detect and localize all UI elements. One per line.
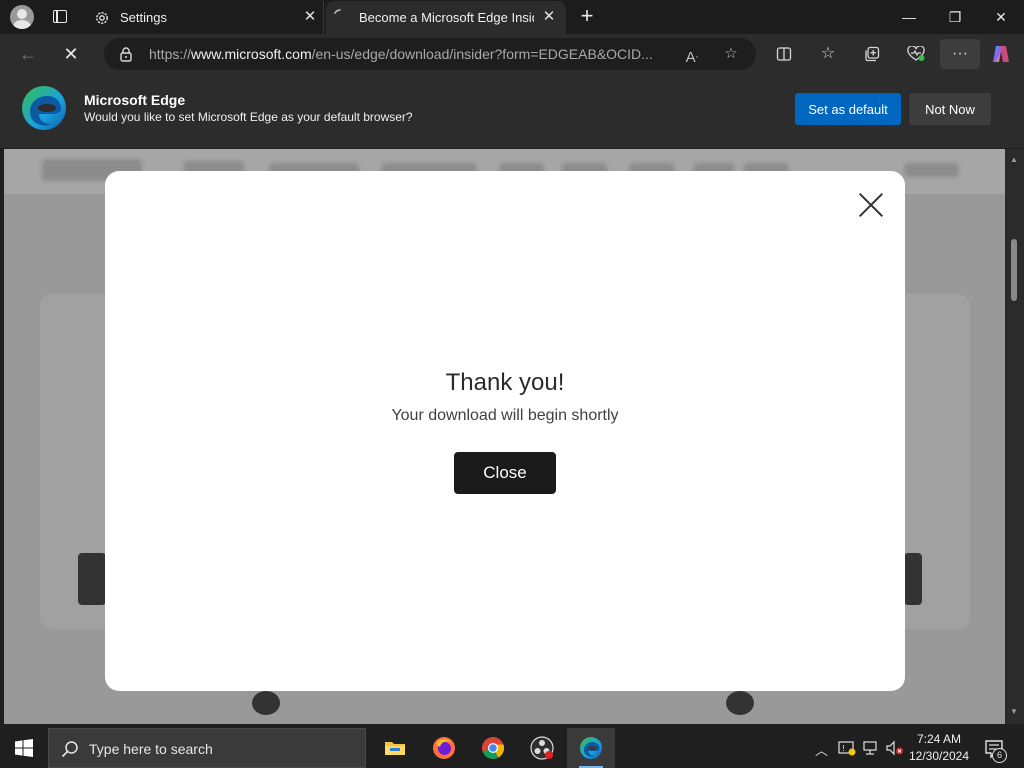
minimize-button[interactable]: — bbox=[886, 0, 932, 34]
tab-bar: Settings ✕ Become a Microsoft Edge Insid… bbox=[0, 0, 1024, 34]
page-scrollbar[interactable]: ▲ ▼ bbox=[1005, 149, 1024, 724]
collections-icon[interactable] bbox=[857, 39, 887, 69]
navigation-bar: ← ✕ https://www.microsoft.com/en-us/edge… bbox=[0, 34, 1024, 74]
tab-title: Become a Microsoft Edge Insider bbox=[359, 10, 534, 25]
network-icon[interactable] bbox=[862, 740, 880, 759]
set-as-default-button[interactable]: Set as default bbox=[795, 93, 901, 125]
firefox-taskbar-icon[interactable] bbox=[420, 728, 468, 768]
settings-more-button[interactable]: ··· bbox=[940, 39, 980, 69]
button-dimmed bbox=[904, 553, 922, 605]
start-button[interactable] bbox=[0, 728, 48, 768]
dialog-subtitle: Your download will begin shortly bbox=[391, 407, 619, 424]
scroll-down-icon[interactable]: ▼ bbox=[1009, 707, 1019, 716]
tab-edge-insider[interactable]: Become a Microsoft Edge Insider ✕ bbox=[326, 1, 566, 34]
show-hidden-icons-chevron-up-icon[interactable]: ︿ bbox=[815, 740, 828, 759]
notification-count-badge: 6 bbox=[992, 748, 1007, 763]
windows-logo-icon bbox=[15, 739, 33, 757]
infobar-title: Microsoft Edge bbox=[84, 92, 186, 108]
icon-dimmed bbox=[726, 691, 754, 715]
split-screen-icon[interactable] bbox=[769, 39, 799, 69]
sign-in-dimmed bbox=[904, 163, 959, 177]
security-icon[interactable]: ! bbox=[838, 740, 856, 759]
search-placeholder: Type here to search bbox=[89, 741, 213, 757]
clock-date: 12/30/2024 bbox=[908, 749, 970, 763]
back-arrow-icon[interactable]: ← bbox=[13, 39, 43, 69]
edge-taskbar-icon[interactable] bbox=[567, 728, 615, 768]
close-tab-icon[interactable]: ✕ bbox=[540, 8, 558, 26]
tab-settings[interactable]: Settings ✕ bbox=[84, 1, 324, 34]
download-thank-you-dialog: Thank you! Your download will begin shor… bbox=[105, 171, 905, 691]
url-host: www.microsoft.com bbox=[191, 46, 312, 62]
close-window-button[interactable]: ✕ bbox=[978, 0, 1024, 34]
browser-essentials-icon[interactable] bbox=[901, 39, 931, 69]
gear-icon bbox=[96, 12, 108, 24]
new-tab-button[interactable]: + bbox=[575, 5, 599, 29]
dialog-title: Thank you! bbox=[445, 369, 565, 396]
default-browser-infobar: Microsoft Edge Would you like to set Mic… bbox=[0, 74, 1024, 148]
edge-logo-icon bbox=[22, 86, 66, 130]
favorite-star-icon[interactable]: ☆ bbox=[721, 44, 741, 64]
close-tab-icon[interactable]: ✕ bbox=[301, 8, 319, 26]
button-dimmed bbox=[78, 553, 106, 605]
stop-loading-icon[interactable]: ✕ bbox=[56, 39, 86, 69]
scroll-thumb[interactable] bbox=[1011, 239, 1017, 301]
obs-taskbar-icon[interactable] bbox=[518, 728, 566, 768]
close-icon[interactable] bbox=[858, 192, 884, 218]
copilot-icon[interactable] bbox=[986, 39, 1016, 69]
svg-text:!: ! bbox=[842, 744, 845, 753]
scroll-up-icon[interactable]: ▲ bbox=[1009, 155, 1019, 164]
url-scheme: https:// bbox=[149, 46, 192, 62]
tab-actions-icon[interactable] bbox=[48, 5, 72, 29]
url-text[interactable]: https://www.microsoft.com/en-us/edge/dow… bbox=[149, 46, 669, 62]
close-button[interactable]: Close bbox=[454, 452, 556, 494]
profile-avatar[interactable] bbox=[10, 5, 34, 29]
favorites-icon[interactable]: ☆ bbox=[813, 39, 843, 69]
icon-dimmed bbox=[252, 691, 280, 715]
infobar-message: Would you like to set Microsoft Edge as … bbox=[84, 110, 413, 124]
clock-time: 7:24 AM bbox=[916, 732, 962, 746]
not-now-button[interactable]: Not Now bbox=[909, 93, 991, 125]
url-path: /en-us/edge/download/insider?form=EDGEAB… bbox=[311, 46, 653, 62]
lock-icon[interactable] bbox=[118, 46, 134, 62]
system-clock[interactable]: 7:24 AM 12/30/2024 bbox=[906, 731, 972, 765]
address-bar[interactable]: https://www.microsoft.com/en-us/edge/dow… bbox=[104, 38, 756, 70]
chrome-taskbar-icon[interactable] bbox=[469, 728, 517, 768]
windows-taskbar: Type here to search ︿ ! 7:24 AM 12/30/20… bbox=[0, 728, 1024, 768]
loading-spinner-icon bbox=[334, 9, 341, 14]
search-icon bbox=[61, 741, 78, 758]
volume-muted-icon[interactable] bbox=[886, 740, 904, 759]
tab-title: Settings bbox=[120, 10, 167, 25]
file-explorer-taskbar-icon[interactable] bbox=[371, 728, 419, 768]
taskbar-search-box[interactable]: Type here to search bbox=[48, 728, 366, 768]
restore-button[interactable]: ❐ bbox=[932, 0, 978, 34]
read-aloud-icon[interactable]: Aꞈ bbox=[682, 44, 702, 66]
